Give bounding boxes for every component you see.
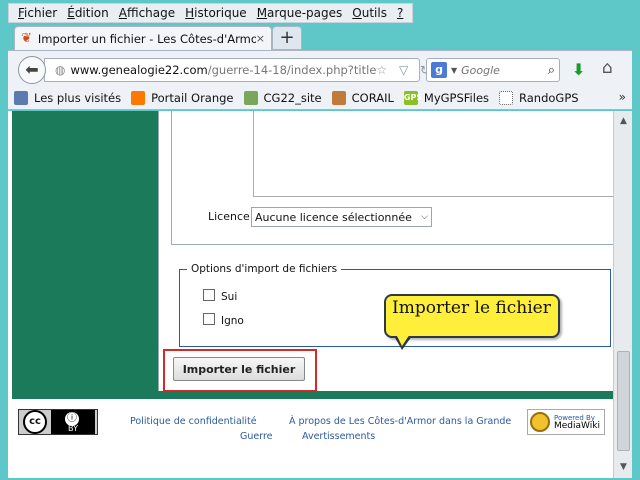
bookmark-label: Portail Orange [151, 90, 234, 105]
cc-by-license-badge[interactable]: cc ⓘ BY [18, 409, 98, 435]
menu-historique[interactable]: Historique [180, 6, 252, 20]
page-content: Licence Aucune licence sélectionnée ⌵ Op… [8, 111, 613, 478]
bookmark-cg22[interactable]: CG22_site [243, 90, 322, 105]
bookmark-les-plus-visites[interactable]: Les plus visités [14, 90, 122, 105]
new-tab-button[interactable]: + [272, 26, 302, 50]
bookmark-label: RandoGPS [519, 90, 579, 105]
search-input[interactable] [461, 63, 536, 77]
tab-active[interactable]: ❦ Importer un fichier - Les Côtes-d'Armo… [14, 26, 272, 50]
back-arrow-icon: ⬅ [25, 60, 39, 79]
close-tab-icon[interactable]: × [256, 32, 265, 45]
import-options-legend: Options d'import de fichiers [187, 263, 342, 275]
menu-affichage[interactable]: Affichage [114, 6, 180, 20]
url-path: /guerre-14-18/index.php?title [207, 63, 377, 77]
chevron-down-icon: ⌵ [421, 212, 428, 222]
menu-outils[interactable]: Outils [347, 6, 392, 20]
back-button[interactable]: ⬅ [18, 56, 46, 84]
bookmark-label: Les plus visités [34, 90, 122, 105]
license-select[interactable]: Aucune licence sélectionnée ⌵ [251, 207, 432, 227]
bookmark-mygpsfiles[interactable]: GPS MyGPSFiles [403, 90, 490, 105]
engine-dropdown-icon[interactable]: ▼ [451, 66, 457, 75]
option1-label: Sui [221, 291, 238, 303]
tooltip-tail-fill [396, 334, 410, 346]
menu-edition[interactable]: Édition [62, 6, 114, 20]
sidebar-green-panel [12, 111, 158, 391]
mw-name-label: MediaWiki [554, 421, 600, 431]
search-bar[interactable]: g ▼ ⌕ [426, 58, 560, 82]
menu-marque-pages[interactable]: Marque-pages [252, 6, 348, 20]
bookmarks-toolbar: Les plus visités Portail Orange CG22_sit… [8, 86, 632, 110]
url-bar[interactable]: ◍ www.genealogie22.com /guerre-14-18/ind… [44, 58, 430, 82]
dotted-icon [499, 90, 514, 105]
corail-icon [331, 90, 346, 105]
bookmark-label: MyGPSFiles [423, 90, 490, 105]
cc-logo-icon: cc [23, 410, 47, 434]
privacy-link[interactable]: Politique de confidentialité [130, 416, 257, 427]
search-icon[interactable]: ⌕ [548, 63, 555, 78]
menu-fichier[interactable]: Fichier [13, 6, 62, 20]
favicon-leaf-icon: ❦ [21, 31, 32, 46]
visited-icon [14, 90, 28, 105]
scroll-up-icon[interactable]: ▲ [614, 113, 633, 130]
url-host: www.genealogie22.com [70, 63, 208, 77]
bookmark-randogps[interactable]: RandoGPS [499, 90, 579, 105]
chevron-more-icon[interactable]: » [619, 90, 626, 104]
bookmark-portail-orange[interactable]: Portail Orange [131, 90, 234, 105]
about-link[interactable]: À propos de Les Côtes-d'Armor dans la Gr… [289, 416, 511, 427]
mediawiki-badge[interactable]: Powered By MediaWiki [527, 409, 605, 435]
green-divider [12, 391, 613, 399]
orange-icon [131, 90, 146, 105]
navigation-toolbar: ◍ www.genealogie22.com /guerre-14-18/ind… [8, 50, 632, 86]
option2-checkbox[interactable] [203, 313, 215, 325]
home-icon[interactable]: ⌂ [602, 58, 613, 78]
license-label: Licence [208, 210, 250, 223]
by-icon: ⓘ BY [51, 410, 95, 434]
option2-label: Igno [221, 315, 244, 327]
description-textarea[interactable] [253, 111, 613, 197]
download-arrow-icon[interactable]: ⬇ [572, 60, 585, 79]
scroll-down-icon[interactable]: ▼ [614, 459, 633, 476]
disclaimers-link[interactable]: Avertissements [302, 431, 375, 442]
bookmark-label: CORAIL [351, 90, 394, 105]
tab-title: Importer un fichier - Les Côtes-d'Armor … [37, 31, 256, 46]
mediawiki-text: Powered By MediaWiki [554, 414, 600, 431]
submit-highlight-box: Importer le fichier [163, 349, 317, 392]
bookmark-label: CG22_site [263, 90, 322, 105]
cg22-icon [243, 90, 258, 105]
upload-form: Licence Aucune licence sélectionnée ⌵ Op… [158, 111, 613, 392]
menu-aide[interactable]: ? [392, 6, 408, 20]
globe-icon: ◍ [55, 63, 66, 77]
mediawiki-flower-icon [530, 412, 550, 432]
tab-strip: ❦ Importer un fichier - Les Côtes-d'Armo… [8, 26, 640, 50]
google-engine-icon[interactable]: g [431, 62, 447, 78]
vertical-scrollbar[interactable]: ▲ ▼ [613, 111, 632, 478]
menu-bar: Fichier Édition Affichage Historique Mar… [8, 3, 414, 23]
about-link-line2[interactable]: Guerre [240, 431, 273, 442]
bookmark-corail[interactable]: CORAIL [331, 90, 394, 105]
page-footer: cc ⓘ BY Politique de confidentialité À p… [8, 399, 613, 478]
by-label: BY [68, 424, 78, 433]
scroll-thumb[interactable] [617, 351, 630, 451]
tooltip-callout: Importer le fichier [384, 294, 560, 338]
mygps-icon: GPS [403, 90, 422, 105]
import-file-button[interactable]: Importer le fichier [173, 357, 305, 381]
option1-checkbox[interactable] [203, 289, 215, 301]
license-selected-value: Aucune licence sélectionnée [255, 210, 412, 224]
